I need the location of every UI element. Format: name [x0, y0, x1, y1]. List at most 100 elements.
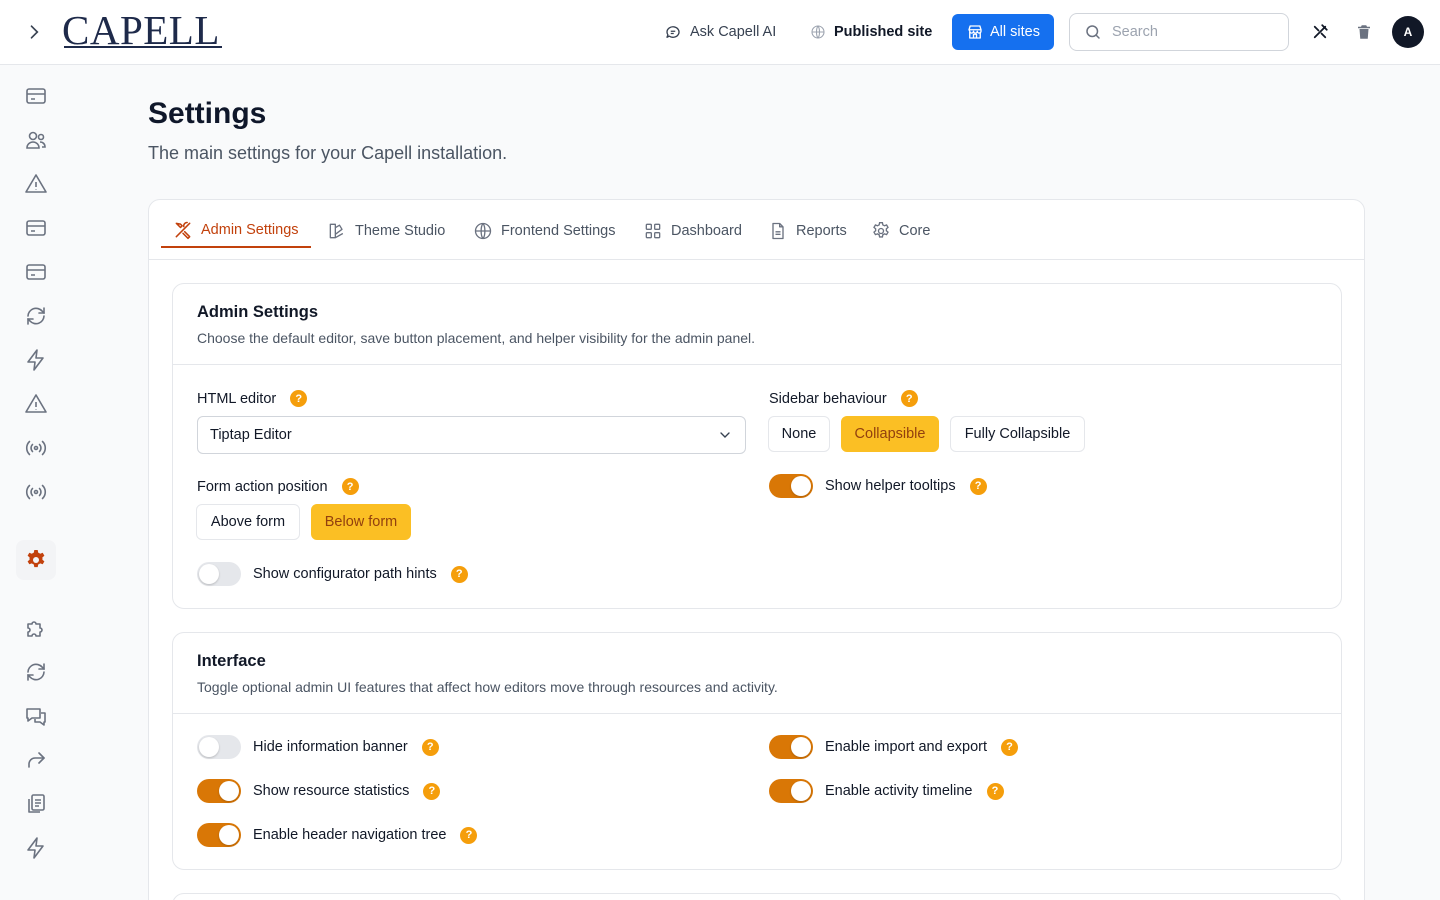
help-icon[interactable]: ? — [341, 478, 359, 495]
refresh-icon[interactable] — [16, 296, 56, 336]
sidebar — [0, 65, 72, 900]
resource-stats-row: Show resource statistics ? — [197, 779, 441, 803]
chevron-down-icon — [720, 432, 730, 438]
tools-icon[interactable] — [1308, 20, 1332, 44]
activity-timeline-row: Enable activity timeline ? — [769, 779, 1004, 803]
ask-ai-label: Ask Capell AI — [690, 24, 777, 40]
select-value: Tiptap Editor — [210, 427, 292, 443]
help-icon[interactable]: ? — [1001, 738, 1019, 756]
card-icon[interactable] — [16, 208, 56, 248]
hide-banner-row: Hide information banner ? — [197, 735, 439, 759]
palette-icon — [329, 223, 344, 239]
published-site-link[interactable]: Published site — [810, 20, 932, 44]
broadcast-icon[interactable] — [16, 428, 56, 468]
settings-card: Admin Settings Theme Studio Frontend Set… — [148, 199, 1365, 900]
toggle-label: Show configurator path hints — [253, 566, 437, 582]
tab-label: Reports — [796, 223, 847, 239]
path-hints-row: Show configurator path hints ? — [197, 562, 468, 586]
card-icon[interactable] — [16, 76, 56, 116]
toggle-label: Hide information banner — [253, 739, 408, 755]
label-text: HTML editor — [197, 390, 277, 407]
logo-underline — [64, 46, 222, 48]
chat-icon[interactable] — [16, 696, 56, 736]
page-title: Settings — [148, 97, 267, 130]
all-sites-button[interactable]: All sites — [952, 14, 1054, 50]
section-description: Toggle optional admin UI features that a… — [197, 679, 778, 695]
chat-icon — [666, 26, 680, 38]
users-icon[interactable] — [16, 120, 56, 160]
sidebar-option-fully-collapsible[interactable]: Fully Collapsible — [950, 416, 1085, 452]
helper-tooltips-toggle[interactable] — [769, 474, 813, 498]
alert-icon[interactable] — [16, 164, 56, 204]
ask-ai-link[interactable]: Ask Capell AI — [664, 20, 776, 44]
share-icon[interactable] — [16, 740, 56, 780]
tab-label: Theme Studio — [355, 223, 446, 239]
search-box[interactable] — [1069, 13, 1289, 51]
resource-stats-toggle[interactable] — [197, 779, 241, 803]
refresh-icon[interactable] — [16, 652, 56, 692]
admin-settings-section: Admin Settings Choose the default editor… — [172, 283, 1342, 609]
bolt-icon[interactable] — [16, 828, 56, 868]
path-hints-toggle[interactable] — [197, 562, 241, 586]
tab-label: Frontend Settings — [501, 223, 616, 239]
html-editor-select[interactable]: Tiptap Editor — [197, 416, 746, 454]
search-icon — [1086, 25, 1100, 39]
help-icon[interactable]: ? — [450, 565, 468, 583]
globe-icon — [811, 25, 825, 39]
next-section — [172, 893, 1342, 900]
broadcast-icon[interactable] — [16, 472, 56, 512]
toggle-label: Show helper tooltips — [825, 478, 956, 494]
section-title: Admin Settings — [197, 303, 319, 321]
section-header: Admin Settings Choose the default editor… — [173, 284, 1341, 365]
help-icon[interactable]: ? — [460, 826, 478, 844]
tab-reports[interactable]: Reports — [756, 214, 859, 248]
sidebar-behaviour-label: Sidebar behaviour ? — [769, 390, 918, 407]
search-input[interactable] — [1112, 24, 1272, 40]
tools-icon — [175, 221, 191, 240]
activity-timeline-toggle[interactable] — [769, 779, 813, 803]
form-action-below[interactable]: Below form — [311, 504, 411, 540]
form-action-label: Form action position ? — [197, 478, 359, 495]
form-action-above[interactable]: Above form — [196, 504, 300, 540]
hide-banner-toggle[interactable] — [197, 735, 241, 759]
tab-label: Core — [899, 223, 931, 239]
tab-frontend-settings[interactable]: Frontend Settings — [461, 214, 627, 248]
alert-icon[interactable] — [16, 384, 56, 424]
help-icon[interactable]: ? — [423, 782, 441, 800]
section-title: Interface — [197, 652, 266, 670]
copy-icon[interactable] — [16, 784, 56, 824]
page-subtitle: The main settings for your Capell instal… — [148, 143, 508, 163]
import-export-row: Enable import and export ? — [769, 735, 1019, 759]
bolt-icon[interactable] — [16, 340, 56, 380]
help-icon[interactable]: ? — [900, 390, 918, 407]
card-icon[interactable] — [16, 252, 56, 292]
tab-theme-studio[interactable]: Theme Studio — [315, 214, 457, 248]
section-description: Choose the default editor, save button p… — [197, 330, 756, 346]
gear-icon[interactable] — [16, 540, 56, 580]
globe-icon — [474, 222, 492, 240]
avatar[interactable]: A — [1392, 16, 1424, 48]
settings-tabs: Admin Settings Theme Studio Frontend Set… — [149, 200, 1364, 260]
sidebar-option-none[interactable]: None — [768, 416, 830, 452]
toggle-label: Enable header navigation tree — [253, 827, 447, 843]
help-icon[interactable]: ? — [969, 477, 987, 495]
help-icon[interactable]: ? — [986, 782, 1004, 800]
chevron-right-icon[interactable] — [22, 20, 46, 44]
tab-admin-settings[interactable]: Admin Settings — [161, 214, 311, 248]
tab-dashboard[interactable]: Dashboard — [631, 214, 754, 248]
help-icon[interactable]: ? — [421, 738, 439, 756]
import-export-toggle[interactable] — [769, 735, 813, 759]
trash-icon[interactable] — [1352, 20, 1376, 44]
nav-tree-toggle[interactable] — [197, 823, 241, 847]
label-text: Form action position — [197, 478, 328, 495]
sidebar-option-collapsible[interactable]: Collapsible — [841, 416, 939, 452]
published-site-label: Published site — [834, 24, 933, 40]
toggle-label: Enable activity timeline — [825, 783, 973, 799]
section-header: Interface Toggle optional admin UI featu… — [173, 633, 1341, 714]
help-icon[interactable]: ? — [290, 390, 308, 407]
file-icon — [772, 222, 784, 240]
label-text: Sidebar behaviour — [769, 390, 887, 407]
tab-core[interactable]: Core — [859, 214, 942, 248]
helper-tooltips-row: Show helper tooltips ? — [769, 474, 987, 498]
puzzle-icon[interactable] — [16, 608, 56, 648]
